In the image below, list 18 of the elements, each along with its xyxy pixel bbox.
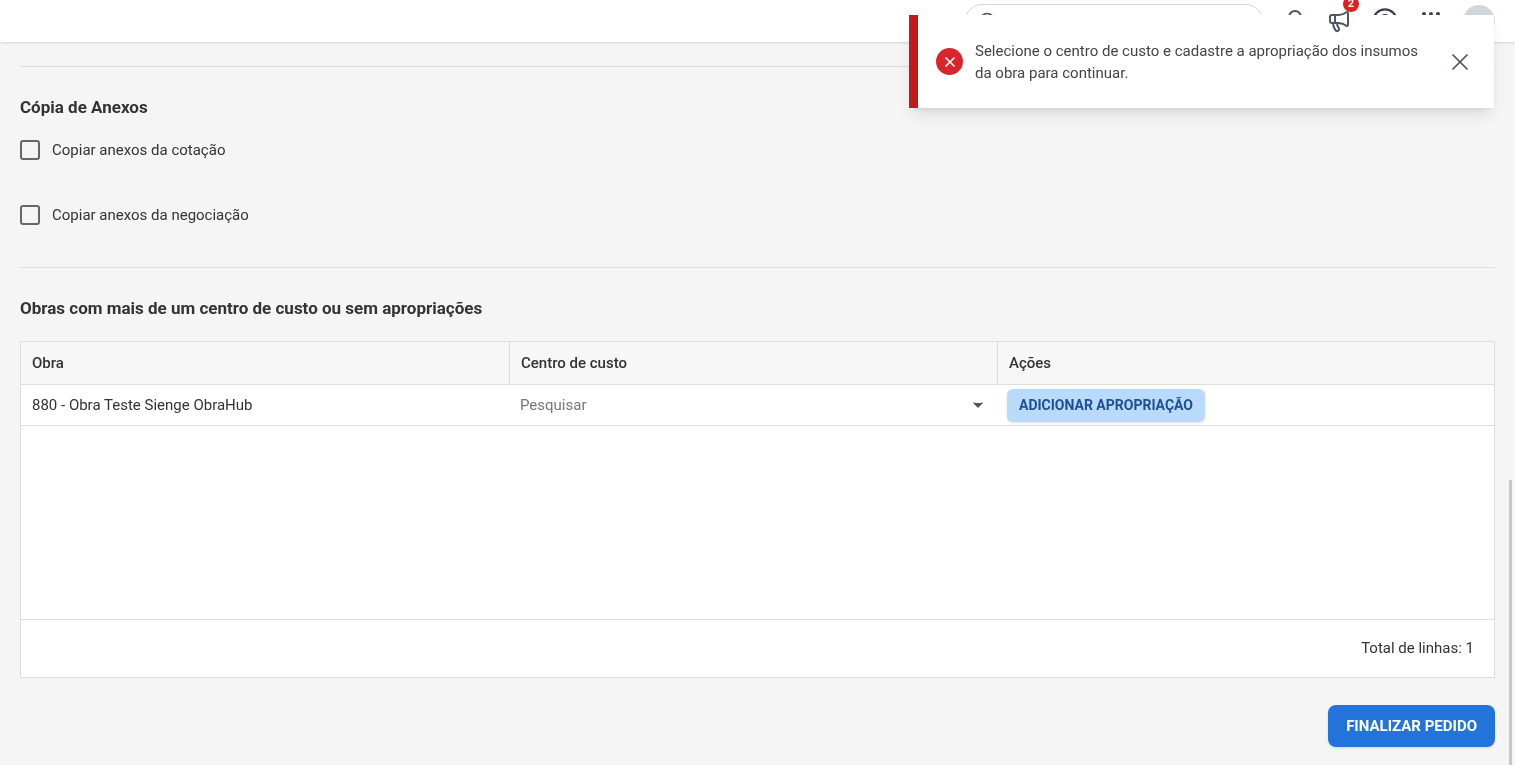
scrollbar[interactable] <box>1509 480 1512 765</box>
error-icon <box>936 48 963 75</box>
megaphone-icon[interactable] <box>1327 9 1351 33</box>
finish-order-button[interactable]: FINALIZAR PEDIDO <box>1328 705 1495 747</box>
toast-message: Selecione o centro de custo e cadastre a apropriação dos insumos da obra para continuar. <box>975 40 1419 84</box>
checkbox-label: Copiar anexos da negociação <box>52 205 249 226</box>
row-total: Total de linhas: 1 <box>1361 638 1474 660</box>
checkbox-label: Copiar anexos da cotação <box>52 139 226 161</box>
add-appropriation-button[interactable]: ADICIONAR APROPRIAÇÃO <box>1007 388 1205 422</box>
section-title: Cópia de Anexos <box>20 96 149 119</box>
column-header: Obra <box>31 352 65 374</box>
column-header: Centro de custo <box>509 342 997 384</box>
checkbox[interactable] <box>20 205 40 226</box>
column-header: Ações <box>997 342 1494 384</box>
table-cell-text: 880 - Obra Teste Sienge ObraHub <box>31 394 254 416</box>
cost-center-select[interactable]: Pesquisar <box>520 393 719 417</box>
section-title: Obras com mais de um centro de custo ou sem apropriações <box>20 296 484 320</box>
checkbox[interactable] <box>20 139 40 160</box>
